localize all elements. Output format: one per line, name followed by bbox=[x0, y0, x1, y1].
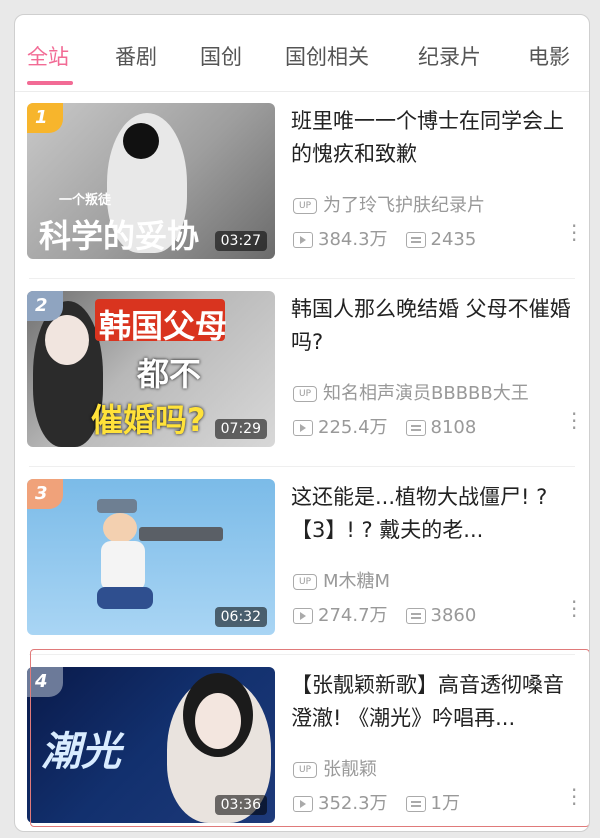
video-thumbnail[interactable]: 韩国父母 都不 催婚吗? 2 07:29 bbox=[27, 291, 275, 447]
person-face bbox=[195, 693, 241, 749]
video-duration: 03:36 bbox=[214, 795, 267, 815]
danmaku-icon bbox=[405, 420, 426, 436]
stats-row: 384.3万 2435 bbox=[293, 225, 476, 251]
rank-badge: 4 bbox=[27, 667, 63, 697]
video-duration: 06:32 bbox=[214, 607, 267, 627]
view-count: 274.7万 bbox=[318, 605, 388, 626]
danmaku-icon bbox=[405, 608, 426, 624]
tab-movie[interactable]: 电影 bbox=[528, 41, 570, 71]
up-badge-icon: UP bbox=[293, 198, 317, 214]
stats-row: 274.7万 3860 bbox=[293, 601, 476, 627]
person-face bbox=[45, 315, 89, 365]
pot-hat bbox=[97, 499, 137, 513]
video-thumbnail[interactable]: 一个叛徒 科学的妥协 1 03:27 bbox=[27, 103, 275, 259]
video-item[interactable]: 潮光 4 03:36 【张靓颖新歌】高音透彻嗓音澄澈! 《潮光》吟唱再... U… bbox=[15, 655, 589, 831]
play-count-icon bbox=[293, 608, 313, 624]
gun-shape bbox=[139, 527, 223, 541]
thumb-caption: 韩国父母 bbox=[99, 307, 228, 345]
up-badge-icon: UP bbox=[293, 574, 317, 590]
video-item[interactable]: 3 06:32 这还能是...植物大战僵尸! ? 【3】! ? 戴夫的老... … bbox=[15, 467, 589, 655]
thumb-caption: 潮光 bbox=[41, 729, 121, 775]
video-item[interactable]: 韩国父母 都不 催婚吗? 2 07:29 韩国人那么晚结婚 父母不催婚吗? UP… bbox=[15, 279, 589, 467]
danmaku-count: 3860 bbox=[430, 605, 477, 626]
tab-bangumi[interactable]: 番剧 bbox=[115, 41, 157, 71]
tab-documentary[interactable]: 纪录片 bbox=[418, 41, 481, 71]
more-options-icon[interactable]: · · · bbox=[571, 780, 577, 814]
more-options-icon[interactable]: · · · bbox=[571, 592, 577, 626]
uploader-row[interactable]: UP M木糖M bbox=[293, 567, 390, 593]
uploader-name: 知名相声演员BBBBB大王 bbox=[323, 383, 529, 404]
rank-badge: 2 bbox=[27, 291, 63, 321]
danmaku-count: 8108 bbox=[430, 417, 477, 438]
thumb-caption: 科学的妥协 bbox=[39, 217, 200, 255]
danmaku-icon bbox=[405, 796, 426, 812]
more-options-icon[interactable]: · · · bbox=[571, 404, 577, 438]
active-tab-indicator bbox=[27, 81, 73, 85]
tab-all[interactable]: 全站 bbox=[27, 41, 69, 71]
thumb-caption-2: 都不 bbox=[137, 355, 202, 393]
video-duration: 03:27 bbox=[214, 231, 267, 251]
category-tabs: 全站 番剧 国创 国创相关 纪录片 电影 bbox=[15, 15, 589, 92]
uploader-row[interactable]: UP 为了玲飞护肤纪录片 bbox=[293, 191, 485, 217]
play-count-icon bbox=[293, 420, 313, 436]
tab-guochuang-related[interactable]: 国创相关 bbox=[285, 41, 369, 71]
danmaku-icon bbox=[405, 232, 426, 248]
video-item[interactable]: 一个叛徒 科学的妥协 1 03:27 班里唯一一个博士在同学会上的愧疚和致歉 U… bbox=[15, 91, 589, 279]
view-count: 225.4万 bbox=[318, 417, 388, 438]
video-duration: 07:29 bbox=[214, 419, 267, 439]
uploader-name: 为了玲飞护肤纪录片 bbox=[323, 195, 485, 216]
thumb-caption-3: 催婚吗? bbox=[91, 401, 206, 439]
uploader-row[interactable]: UP 知名相声演员BBBBB大王 bbox=[293, 379, 529, 405]
view-count: 384.3万 bbox=[318, 229, 388, 250]
tab-guochuang[interactable]: 国创 bbox=[200, 41, 242, 71]
rank-badge: 1 bbox=[27, 103, 63, 133]
thumb-caption-small: 一个叛徒 bbox=[59, 193, 112, 208]
character-head bbox=[103, 513, 137, 543]
up-badge-icon: UP bbox=[293, 386, 317, 402]
more-options-icon[interactable]: · · · bbox=[571, 216, 577, 250]
view-count: 352.3万 bbox=[318, 793, 388, 814]
up-badge-icon: UP bbox=[293, 762, 317, 778]
character-body bbox=[101, 541, 145, 591]
uploader-name: 张靓颖 bbox=[323, 759, 377, 780]
video-thumbnail[interactable]: 3 06:32 bbox=[27, 479, 275, 635]
rank-badge: 3 bbox=[27, 479, 63, 509]
video-title[interactable]: 这还能是...植物大战僵尸! ? 【3】! ? 戴夫的老... bbox=[291, 481, 577, 547]
video-title[interactable]: 【张靓颖新歌】高音透彻嗓音澄澈! 《潮光》吟唱再... bbox=[291, 669, 577, 735]
uploader-row[interactable]: UP 张靓颖 bbox=[293, 755, 377, 781]
video-thumbnail[interactable]: 潮光 4 03:36 bbox=[27, 667, 275, 823]
uploader-name: M木糖M bbox=[323, 571, 391, 592]
person-head bbox=[123, 123, 159, 159]
stats-row: 225.4万 8108 bbox=[293, 413, 476, 439]
character-pants bbox=[97, 587, 153, 609]
video-title[interactable]: 韩国人那么晚结婚 父母不催婚吗? bbox=[291, 293, 577, 359]
danmaku-count: 2435 bbox=[430, 229, 477, 250]
play-count-icon bbox=[293, 232, 313, 248]
ranking-panel: 全站 番剧 国创 国创相关 纪录片 电影 一个叛徒 科学的妥协 1 03:27 … bbox=[14, 14, 590, 832]
video-title[interactable]: 班里唯一一个博士在同学会上的愧疚和致歉 bbox=[291, 105, 577, 171]
stats-row: 352.3万 1万 bbox=[293, 789, 460, 815]
danmaku-count: 1万 bbox=[430, 793, 460, 814]
play-count-icon bbox=[293, 796, 313, 812]
